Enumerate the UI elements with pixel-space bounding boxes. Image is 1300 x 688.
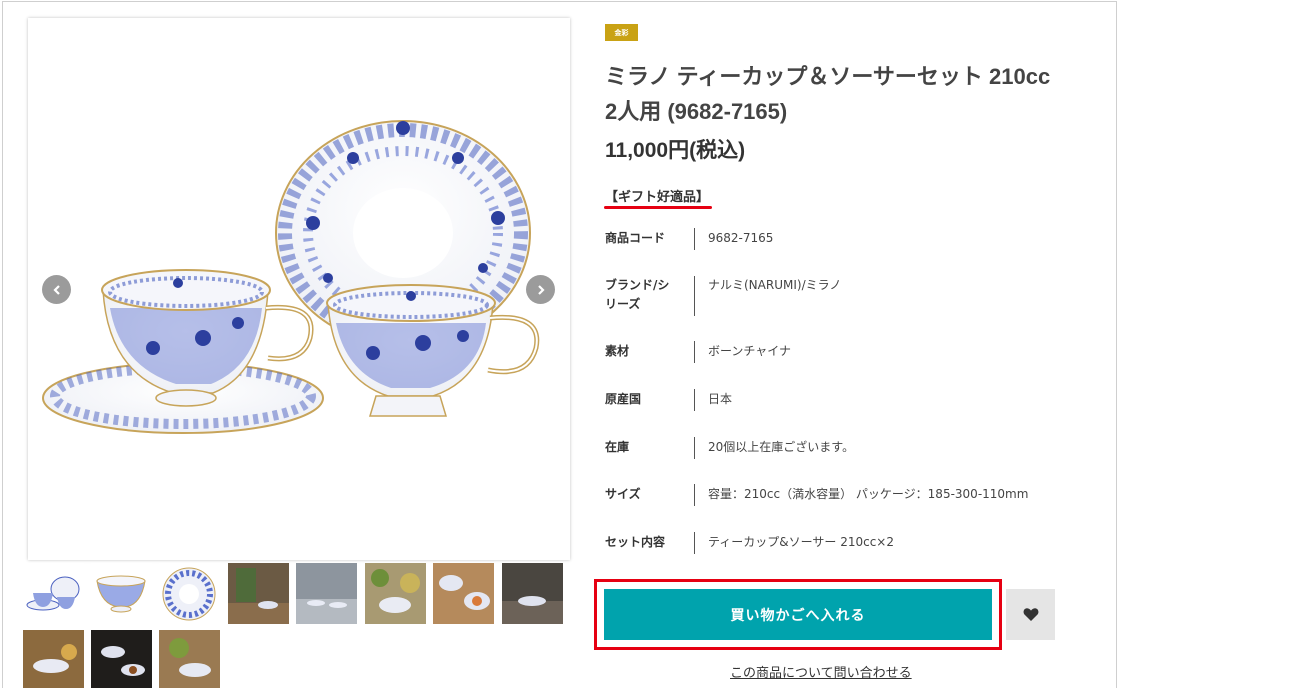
spec-divider	[694, 389, 695, 411]
spec-value-size: 容量：210cc（満水容量） パッケージ：185-300-110mm	[708, 487, 1029, 501]
spec-divider	[694, 341, 695, 363]
thumbnail-image	[23, 563, 84, 624]
spec-value-code: 9682-7165	[708, 231, 774, 245]
add-to-cart-button[interactable]: 買い物かごへ入れる	[604, 589, 992, 640]
thumbnail-image	[91, 563, 152, 624]
spec-label-size: サイズ	[605, 487, 641, 501]
spec-label-brand: ブランド/シリーズ	[605, 278, 670, 311]
prev-image-button[interactable]	[42, 275, 71, 304]
thumbnail-image	[365, 563, 426, 624]
thumbnail-image	[502, 563, 563, 624]
spec-label-stock: 在庫	[605, 440, 630, 454]
thumbnail-9[interactable]	[23, 630, 84, 688]
gift-label-underline	[604, 206, 712, 209]
thumbnail-1[interactable]	[23, 563, 84, 624]
chevron-left-icon	[52, 284, 60, 295]
product-inquiry-link[interactable]: この商品について問い合わせる	[730, 662, 912, 681]
product-title-line-2: 2人用 (9682-7165)	[605, 99, 788, 124]
thumbnail-image	[433, 563, 494, 624]
spec-label-origin: 原産国	[605, 392, 642, 406]
product-title-line-1: ミラノ ティーカップ＆ソーサーセット 210cc	[605, 64, 1051, 89]
thumbnail-4[interactable]	[228, 563, 289, 624]
thumbnail-image	[23, 630, 84, 688]
spec-divider	[694, 276, 695, 316]
spec-divider	[694, 437, 695, 459]
next-image-button[interactable]	[526, 275, 555, 304]
spec-label-material: 素材	[605, 344, 630, 358]
thumbnail-7[interactable]	[433, 563, 494, 624]
favorite-button[interactable]	[1006, 589, 1055, 640]
spec-divider	[694, 532, 695, 554]
thumbnail-10[interactable]	[91, 630, 152, 688]
thumbnail-8[interactable]	[502, 563, 563, 624]
product-title: ミラノ ティーカップ＆ソーサーセット 210cc 2人用 (9682-7165)	[605, 59, 1075, 129]
thumbnail-5[interactable]	[296, 563, 357, 624]
thumbnail-3[interactable]	[159, 563, 220, 624]
product-price: 11,000円(税込)	[605, 139, 746, 162]
thumbnail-image	[159, 630, 220, 688]
spec-value-material: ボーンチャイナ	[708, 344, 792, 358]
gold-badge: 金彩	[605, 24, 638, 41]
thumbnail-image	[228, 563, 289, 624]
spec-label-set-contents: セット内容	[605, 535, 666, 549]
spec-divider	[694, 484, 695, 506]
spec-label-code: 商品コード	[605, 231, 666, 245]
spec-value-brand: ナルミ(NARUMI)/ミラノ	[708, 278, 842, 292]
thumbnail-6[interactable]	[365, 563, 426, 624]
heart-icon	[1023, 608, 1038, 621]
thumbnail-image	[159, 563, 220, 624]
thumbnail-image	[91, 630, 152, 688]
thumbnail-2[interactable]	[91, 563, 152, 624]
thumbnail-11[interactable]	[159, 630, 220, 688]
spec-value-stock: 20個以上在庫ございます。	[708, 440, 855, 454]
main-product-image	[28, 18, 570, 560]
spec-divider	[694, 228, 695, 250]
teacup-set-illustration	[42, 120, 540, 434]
thumbnail-image	[296, 563, 357, 624]
gift-label: 【ギフト好適品】	[605, 190, 710, 205]
chevron-right-icon	[537, 284, 545, 295]
spec-value-set-contents: ティーカップ&ソーサー 210cc×2	[708, 535, 895, 549]
spec-value-origin: 日本	[708, 392, 733, 406]
